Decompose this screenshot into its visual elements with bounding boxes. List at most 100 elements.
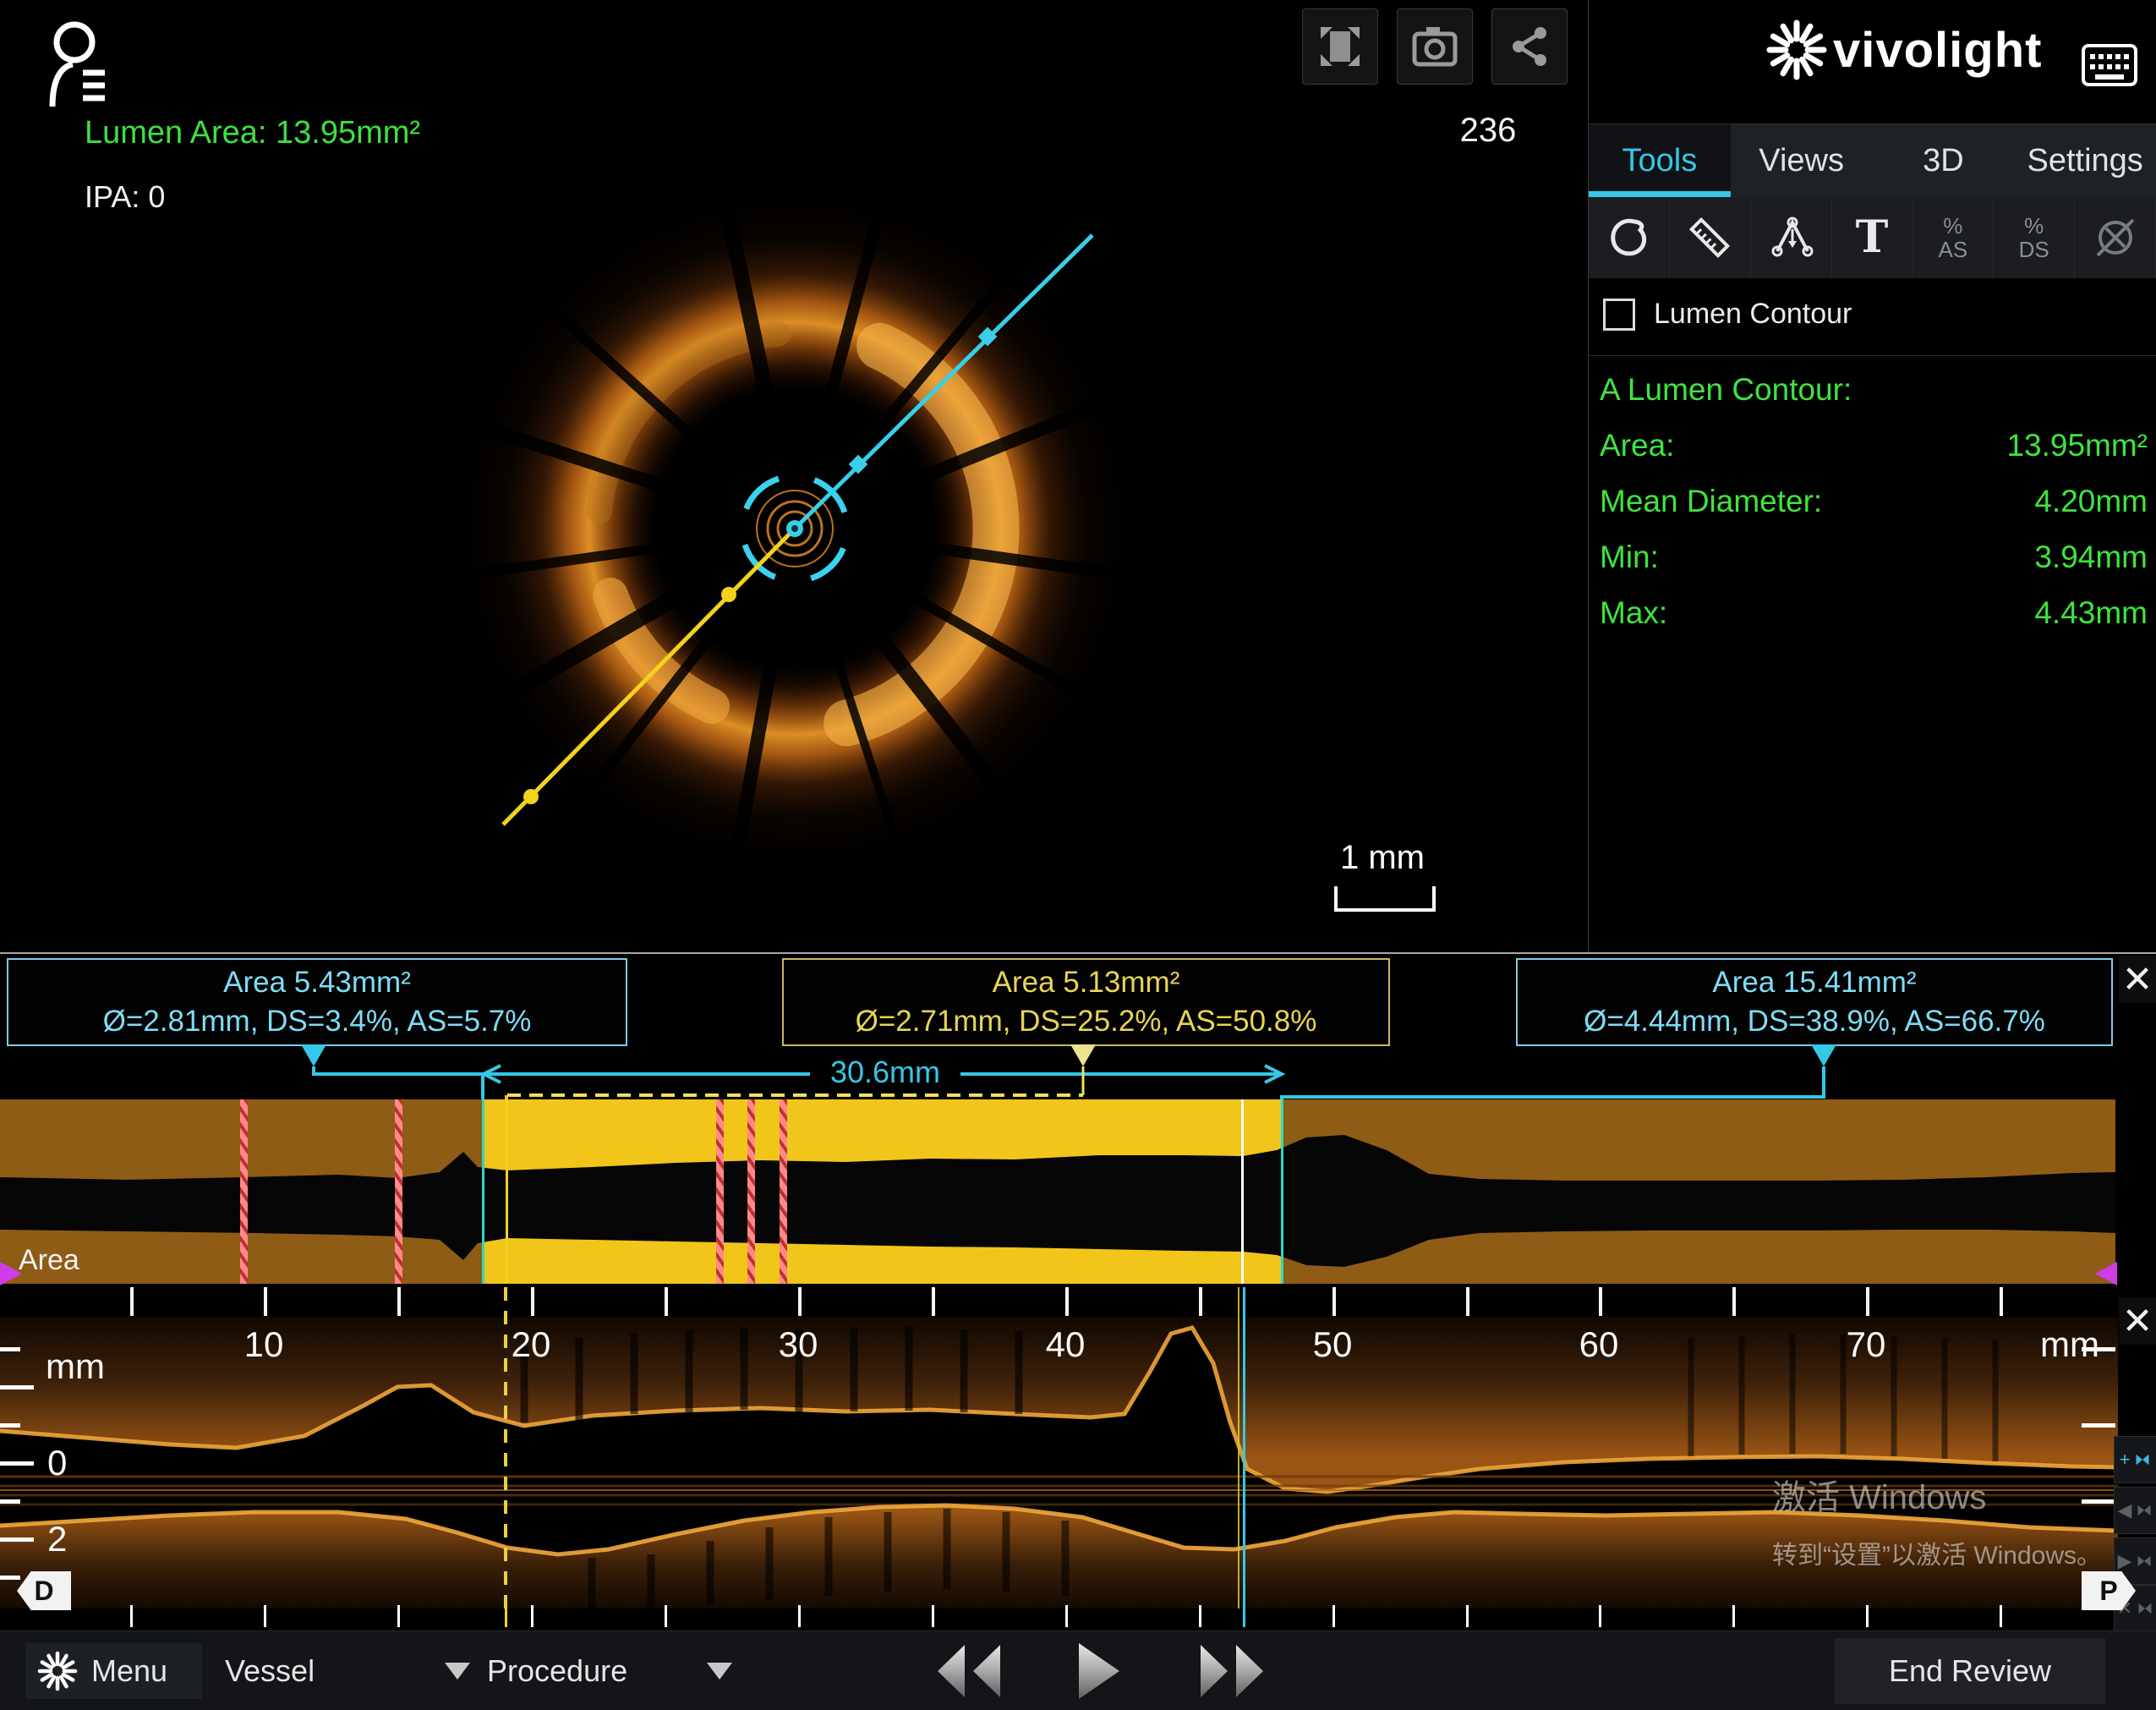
tab-settings[interactable]: Settings bbox=[2014, 124, 2156, 197]
annotation-box-distal[interactable]: Area 15.41mm² Ø=4.44mm, DS=38.9%, AS=66.… bbox=[1516, 958, 2113, 1046]
stent-marker bbox=[780, 1099, 787, 1284]
measurement-panel: A Lumen Contour: Area:13.95mm² Mean Diam… bbox=[1600, 372, 2148, 631]
ds-percent-icon: % DS bbox=[2019, 214, 2049, 261]
ruler-tick bbox=[665, 1287, 668, 1316]
ruler-tick bbox=[397, 1605, 400, 1627]
angle-tool-button[interactable] bbox=[1751, 197, 1832, 278]
mla-position-line[interactable] bbox=[1238, 1287, 1239, 1609]
tab-views[interactable]: Views bbox=[1731, 124, 1873, 197]
stent-marker bbox=[716, 1099, 724, 1284]
mla-marker-line[interactable] bbox=[506, 1099, 508, 1284]
brand-name: vivolight bbox=[1833, 22, 2042, 79]
strip-left-marker[interactable] bbox=[0, 1262, 22, 1285]
ruler-tick bbox=[1065, 1287, 1069, 1316]
ruler-tick bbox=[264, 1605, 266, 1627]
procedure-label: Procedure bbox=[487, 1653, 627, 1689]
ruler-tick bbox=[1866, 1605, 1869, 1627]
play-button[interactable] bbox=[1072, 1640, 1123, 1702]
ruler-tick bbox=[1599, 1287, 1602, 1316]
prev-bookmark-button[interactable]: ◀ bbox=[2114, 1487, 2156, 1534]
frame-position-ruler[interactable] bbox=[0, 1603, 2118, 1629]
tool-strip: T % AS % DS bbox=[1589, 197, 2156, 278]
tab-tools[interactable]: Tools bbox=[1589, 124, 1731, 197]
ruler-tick bbox=[1732, 1287, 1736, 1316]
text-tool-icon: T bbox=[1856, 216, 1889, 260]
keyboard-icon[interactable] bbox=[2082, 44, 2137, 86]
stent-marker bbox=[747, 1099, 755, 1284]
patient-info-icon[interactable] bbox=[44, 19, 110, 118]
area-waveform bbox=[0, 1099, 2115, 1284]
rewind-button[interactable] bbox=[926, 1640, 1010, 1702]
longitudinal-ruler bbox=[0, 1287, 2118, 1318]
ruler-tick bbox=[1332, 1287, 1336, 1316]
ruler-tick bbox=[264, 1287, 267, 1316]
procedure-dropdown[interactable]: Procedure bbox=[473, 1643, 746, 1699]
close-longitudinal-button[interactable]: ✕ bbox=[2119, 1297, 2156, 1345]
ruler-tick bbox=[798, 1605, 801, 1627]
contour-icon bbox=[1606, 215, 1650, 260]
share-icon bbox=[1507, 24, 1552, 69]
ruler-tick bbox=[798, 1287, 802, 1316]
segment-length-label: 30.6mm bbox=[810, 1054, 960, 1091]
diameter-stenosis-tool-button[interactable]: % DS bbox=[1994, 197, 2075, 278]
strip-right-marker[interactable] bbox=[2095, 1262, 2117, 1285]
scale-bar-label: 1 mm bbox=[1319, 839, 1446, 877]
ruler-tick bbox=[665, 1605, 667, 1627]
ruler-tool-button[interactable] bbox=[1670, 197, 1751, 278]
snapshot-button[interactable] bbox=[1397, 8, 1473, 85]
delete-measure-tool-button[interactable] bbox=[2075, 197, 2156, 278]
divider bbox=[1589, 355, 2156, 356]
end-review-label: End Review bbox=[1889, 1653, 2051, 1689]
measurement-row-max: Max:4.43mm bbox=[1600, 595, 2148, 631]
measurement-row-mean-diameter: Mean Diameter:4.20mm bbox=[1600, 484, 2148, 519]
area-stenosis-tool-button[interactable]: % AS bbox=[1912, 197, 1994, 278]
ruler-label-40: 40 bbox=[1046, 1324, 1086, 1365]
annotation-box-proximal[interactable]: Area 5.43mm² Ø=2.81mm, DS=3.4%, AS=5.7% bbox=[7, 958, 627, 1046]
menu-button[interactable]: Menu bbox=[25, 1643, 202, 1699]
mla-dashed-line[interactable] bbox=[504, 1287, 507, 1609]
divider bbox=[0, 952, 2156, 954]
bookmark-icon bbox=[2136, 1600, 2154, 1617]
tab-3d[interactable]: 3D bbox=[1873, 124, 2015, 197]
proximal-marker-line[interactable] bbox=[482, 1099, 484, 1284]
share-button[interactable] bbox=[1491, 8, 1568, 85]
annotation-box-mla[interactable]: Area 5.13mm² Ø=2.71mm, DS=25.2%, AS=50.8… bbox=[782, 958, 1390, 1046]
contour-tool-button[interactable] bbox=[1589, 197, 1670, 278]
fullscreen-button[interactable] bbox=[1302, 8, 1378, 85]
camera-icon bbox=[1411, 24, 1458, 69]
lumen-contour-toggle[interactable]: Lumen Contour bbox=[1603, 298, 1852, 331]
bottom-menu-bar: Menu Vessel Procedure End Re bbox=[0, 1631, 2156, 1710]
depth-axis-2: 2 bbox=[47, 1519, 67, 1559]
measurement-row-area: Area:13.95mm² bbox=[1600, 428, 2148, 463]
scale-bar bbox=[1334, 886, 1436, 912]
area-strip[interactable]: Area bbox=[0, 1099, 2115, 1284]
ruler-label-20: 20 bbox=[512, 1324, 551, 1365]
chevron-down-icon bbox=[707, 1663, 732, 1680]
ruler-tick bbox=[130, 1287, 134, 1316]
menu-label: Menu bbox=[91, 1653, 167, 1689]
text-tool-button[interactable]: T bbox=[1832, 197, 1913, 278]
windows-activation-watermark: 激活 Windows 转到“设置”以激活 Windows。 bbox=[1772, 1470, 2102, 1571]
mla-tick bbox=[505, 1605, 507, 1627]
chevron-down-icon bbox=[445, 1663, 470, 1680]
ruler-tick bbox=[130, 1605, 133, 1627]
ruler-tick bbox=[1332, 1605, 1335, 1627]
stent-marker bbox=[395, 1099, 402, 1284]
measurement-row-min: Min:3.94mm bbox=[1600, 540, 2148, 575]
end-review-button[interactable]: End Review bbox=[1835, 1638, 2105, 1704]
distal-marker-line[interactable] bbox=[1281, 1099, 1283, 1284]
ruler-tick bbox=[1466, 1605, 1469, 1627]
ruler-tick bbox=[1199, 1605, 1201, 1627]
frame-number: 236 bbox=[1437, 112, 1539, 150]
close-annotations-button[interactable]: ✕ bbox=[2119, 956, 2156, 1003]
ruler-label-30: 30 bbox=[779, 1324, 818, 1365]
add-bookmark-button[interactable]: + bbox=[2114, 1436, 2156, 1483]
vessel-dropdown[interactable]: Vessel bbox=[211, 1643, 484, 1699]
ruler-tick bbox=[1599, 1605, 1601, 1627]
playhead-line[interactable] bbox=[1241, 1099, 1244, 1284]
ruler-tick bbox=[932, 1287, 935, 1316]
lumen-contour-checkbox[interactable] bbox=[1603, 299, 1635, 331]
ruler-tick bbox=[932, 1605, 934, 1627]
fast-forward-button[interactable] bbox=[1190, 1640, 1275, 1702]
current-frame-line[interactable] bbox=[1243, 1287, 1245, 1609]
